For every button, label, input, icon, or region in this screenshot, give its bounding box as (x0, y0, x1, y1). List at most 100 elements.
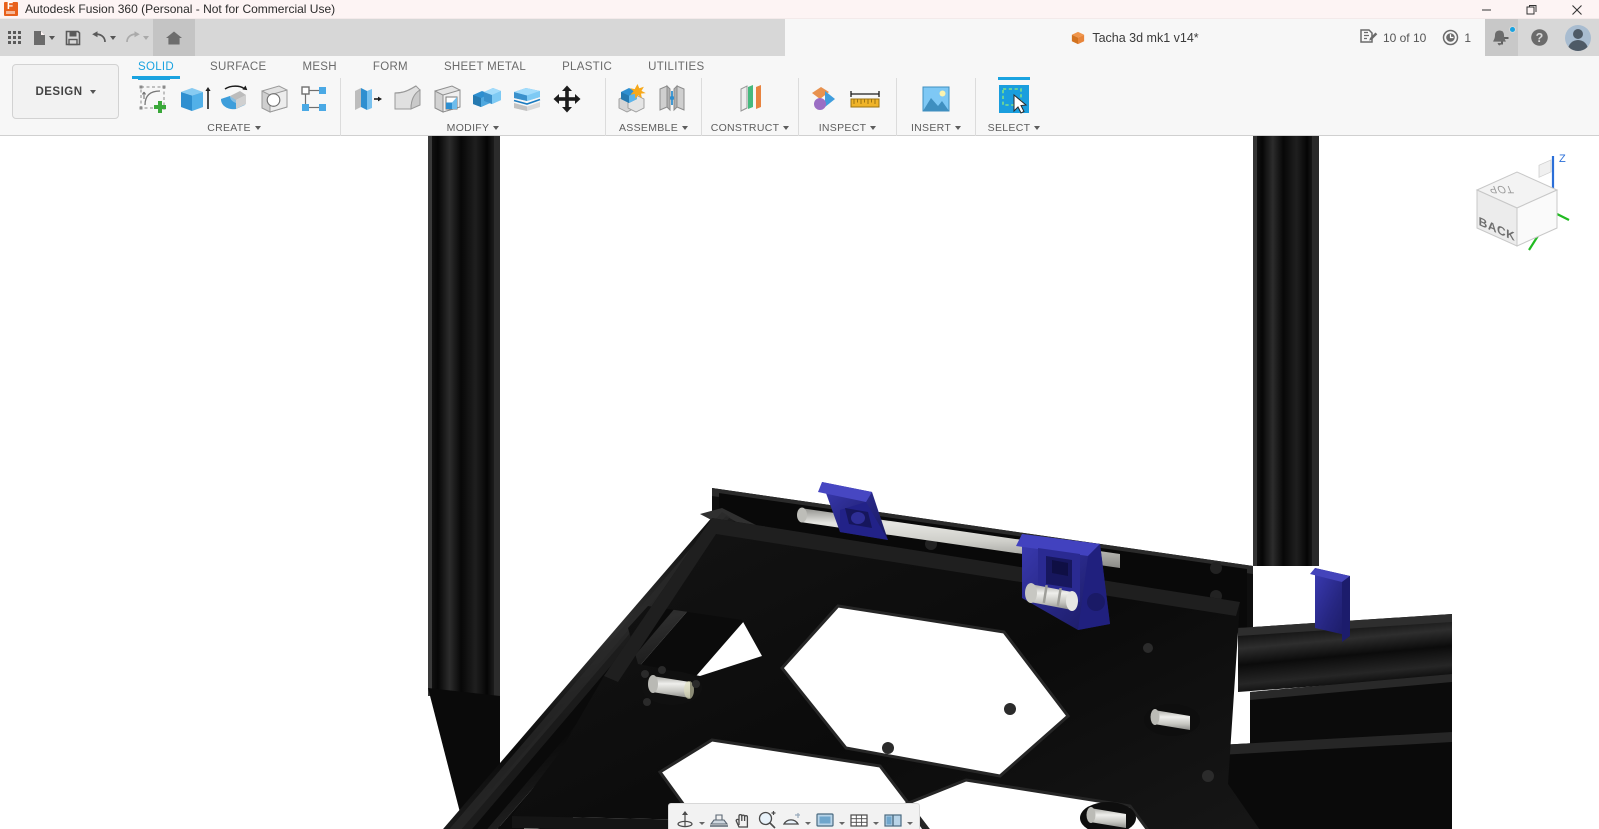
revolve-icon[interactable] (214, 79, 254, 119)
zoom-icon[interactable] (755, 805, 779, 829)
tab-sheet-metal[interactable]: SHEET METAL (426, 56, 544, 78)
tab-surface[interactable]: SURFACE (192, 56, 284, 78)
grid-snaps-caret[interactable] (871, 805, 881, 829)
fusion-360-logo-icon (4, 2, 18, 16)
home-button[interactable] (153, 19, 195, 56)
group-icons (343, 78, 603, 119)
shell-icon[interactable] (427, 79, 467, 119)
tab-label: SOLID (138, 61, 174, 73)
tab-solid[interactable]: SOLID (120, 56, 192, 78)
rectangular-pattern-icon[interactable] (294, 79, 334, 119)
group-label-create[interactable]: CREATE (130, 119, 338, 136)
tab-label: SURFACE (210, 61, 266, 73)
undo-button[interactable] (87, 19, 120, 56)
workspace-selector[interactable]: DESIGN (12, 64, 119, 119)
fillet-icon[interactable] (387, 79, 427, 119)
notification-badge (1509, 26, 1516, 33)
new-component-icon[interactable] (612, 79, 652, 119)
viewports-icon[interactable] (881, 805, 905, 829)
tab-label: UTILITIES (648, 61, 704, 73)
hole-icon[interactable] (254, 79, 294, 119)
history-button[interactable]: 1 (1434, 19, 1479, 56)
fit-icon[interactable] (779, 805, 803, 829)
minimize-button[interactable] (1464, 0, 1509, 19)
offset-plane-icon[interactable] (730, 79, 770, 119)
measure-ruler-icon[interactable] (845, 79, 885, 119)
modeling-canvas[interactable]: Z TOP BACK (0, 136, 1599, 829)
viewports-caret[interactable] (905, 805, 915, 829)
tab-label: PLASTIC (562, 61, 612, 73)
vertical-extrusion-left (428, 136, 500, 696)
move-copy-icon[interactable] (547, 79, 587, 119)
save-button[interactable] (59, 19, 87, 56)
display-settings-caret[interactable] (837, 805, 847, 829)
document-tab-label: Tacha 3d mk1 v14* (1092, 31, 1198, 45)
chevron-down-icon (110, 36, 116, 40)
vertical-extrusion-right (1253, 136, 1319, 566)
group-label-text: MODIFY (447, 122, 490, 134)
pan-hand-icon[interactable] (731, 805, 755, 829)
group-icons (978, 78, 1050, 119)
notifications-button[interactable] (1479, 19, 1520, 56)
orbit-dropdown-caret[interactable] (697, 805, 707, 829)
group-label-assemble[interactable]: ASSEMBLE (608, 119, 699, 136)
tab-label: MESH (302, 61, 336, 73)
chevron-down-icon (143, 36, 149, 40)
close-icon[interactable] (1554, 0, 1599, 19)
job-status-text: 10 of 10 (1383, 31, 1426, 45)
group-icons (130, 78, 338, 119)
group-icons (704, 78, 796, 119)
help-button[interactable]: ? (1520, 19, 1559, 56)
tab-mesh[interactable]: MESH (284, 56, 354, 78)
status-indicators: 10 of 10 1 ? (1351, 19, 1599, 56)
tab-label: FORM (373, 61, 408, 73)
show-data-panel-button[interactable] (0, 19, 28, 56)
model-viewport[interactable] (0, 136, 1599, 829)
job-status-button[interactable]: 10 of 10 (1351, 19, 1434, 56)
joint-icon[interactable] (652, 79, 692, 119)
split-body-icon[interactable] (507, 79, 547, 119)
chevron-down-icon (870, 126, 876, 130)
ribbon-groups: CREATE (128, 78, 1052, 136)
group-icons (608, 78, 699, 119)
press-pull-icon[interactable] (347, 79, 387, 119)
extrude-icon[interactable] (174, 79, 214, 119)
select-marquee-icon[interactable] (994, 79, 1034, 119)
create-sketch-icon[interactable] (134, 79, 174, 119)
ribbon-group-assemble: ASSEMBLE (606, 78, 702, 136)
look-at-icon[interactable] (707, 805, 731, 829)
view-cube[interactable]: Z TOP BACK (1461, 150, 1571, 260)
fit-dropdown-caret[interactable] (803, 805, 813, 829)
group-label-inspect[interactable]: INSPECT (801, 119, 894, 136)
insert-image-icon[interactable] (916, 79, 956, 119)
ribbon-tab-strip: SOLID SURFACE MESH FORM SHEET METAL PLAS… (120, 56, 723, 78)
restore-button[interactable] (1509, 0, 1554, 19)
user-avatar-icon[interactable] (1565, 25, 1591, 51)
group-icons (801, 78, 894, 119)
ribbon-group-construct: CONSTRUCT (702, 78, 799, 136)
orbit-icon[interactable] (673, 805, 697, 829)
group-label-insert[interactable]: INSERT (899, 119, 973, 136)
group-label-text: INSERT (911, 122, 951, 134)
redo-button[interactable] (120, 19, 153, 56)
chevron-down-icon (90, 90, 96, 94)
file-button[interactable] (28, 19, 59, 56)
grid-snaps-icon[interactable] (847, 805, 871, 829)
tab-form[interactable]: FORM (355, 56, 426, 78)
group-label-select[interactable]: SELECT (978, 119, 1050, 136)
ribbon: DESIGN SOLID SURFACE MESH FORM SHEET MET… (0, 56, 1599, 136)
section-analysis-icon[interactable] (805, 79, 845, 119)
chevron-down-icon (955, 126, 961, 130)
fusion360-window: Autodesk Fusion 360 (Personal - Not for … (0, 0, 1599, 829)
group-label-modify[interactable]: MODIFY (343, 119, 603, 136)
ribbon-group-modify: MODIFY (341, 78, 606, 136)
component-cube-icon (1071, 31, 1085, 45)
group-label-text: SELECT (988, 122, 1031, 134)
tab-utilities[interactable]: UTILITIES (630, 56, 722, 78)
group-label-construct[interactable]: CONSTRUCT (704, 119, 796, 136)
tab-plastic[interactable]: PLASTIC (544, 56, 630, 78)
combine-icon[interactable] (467, 79, 507, 119)
chevron-down-icon (493, 126, 499, 130)
workspace-label: DESIGN (35, 86, 82, 98)
display-settings-icon[interactable] (813, 805, 837, 829)
